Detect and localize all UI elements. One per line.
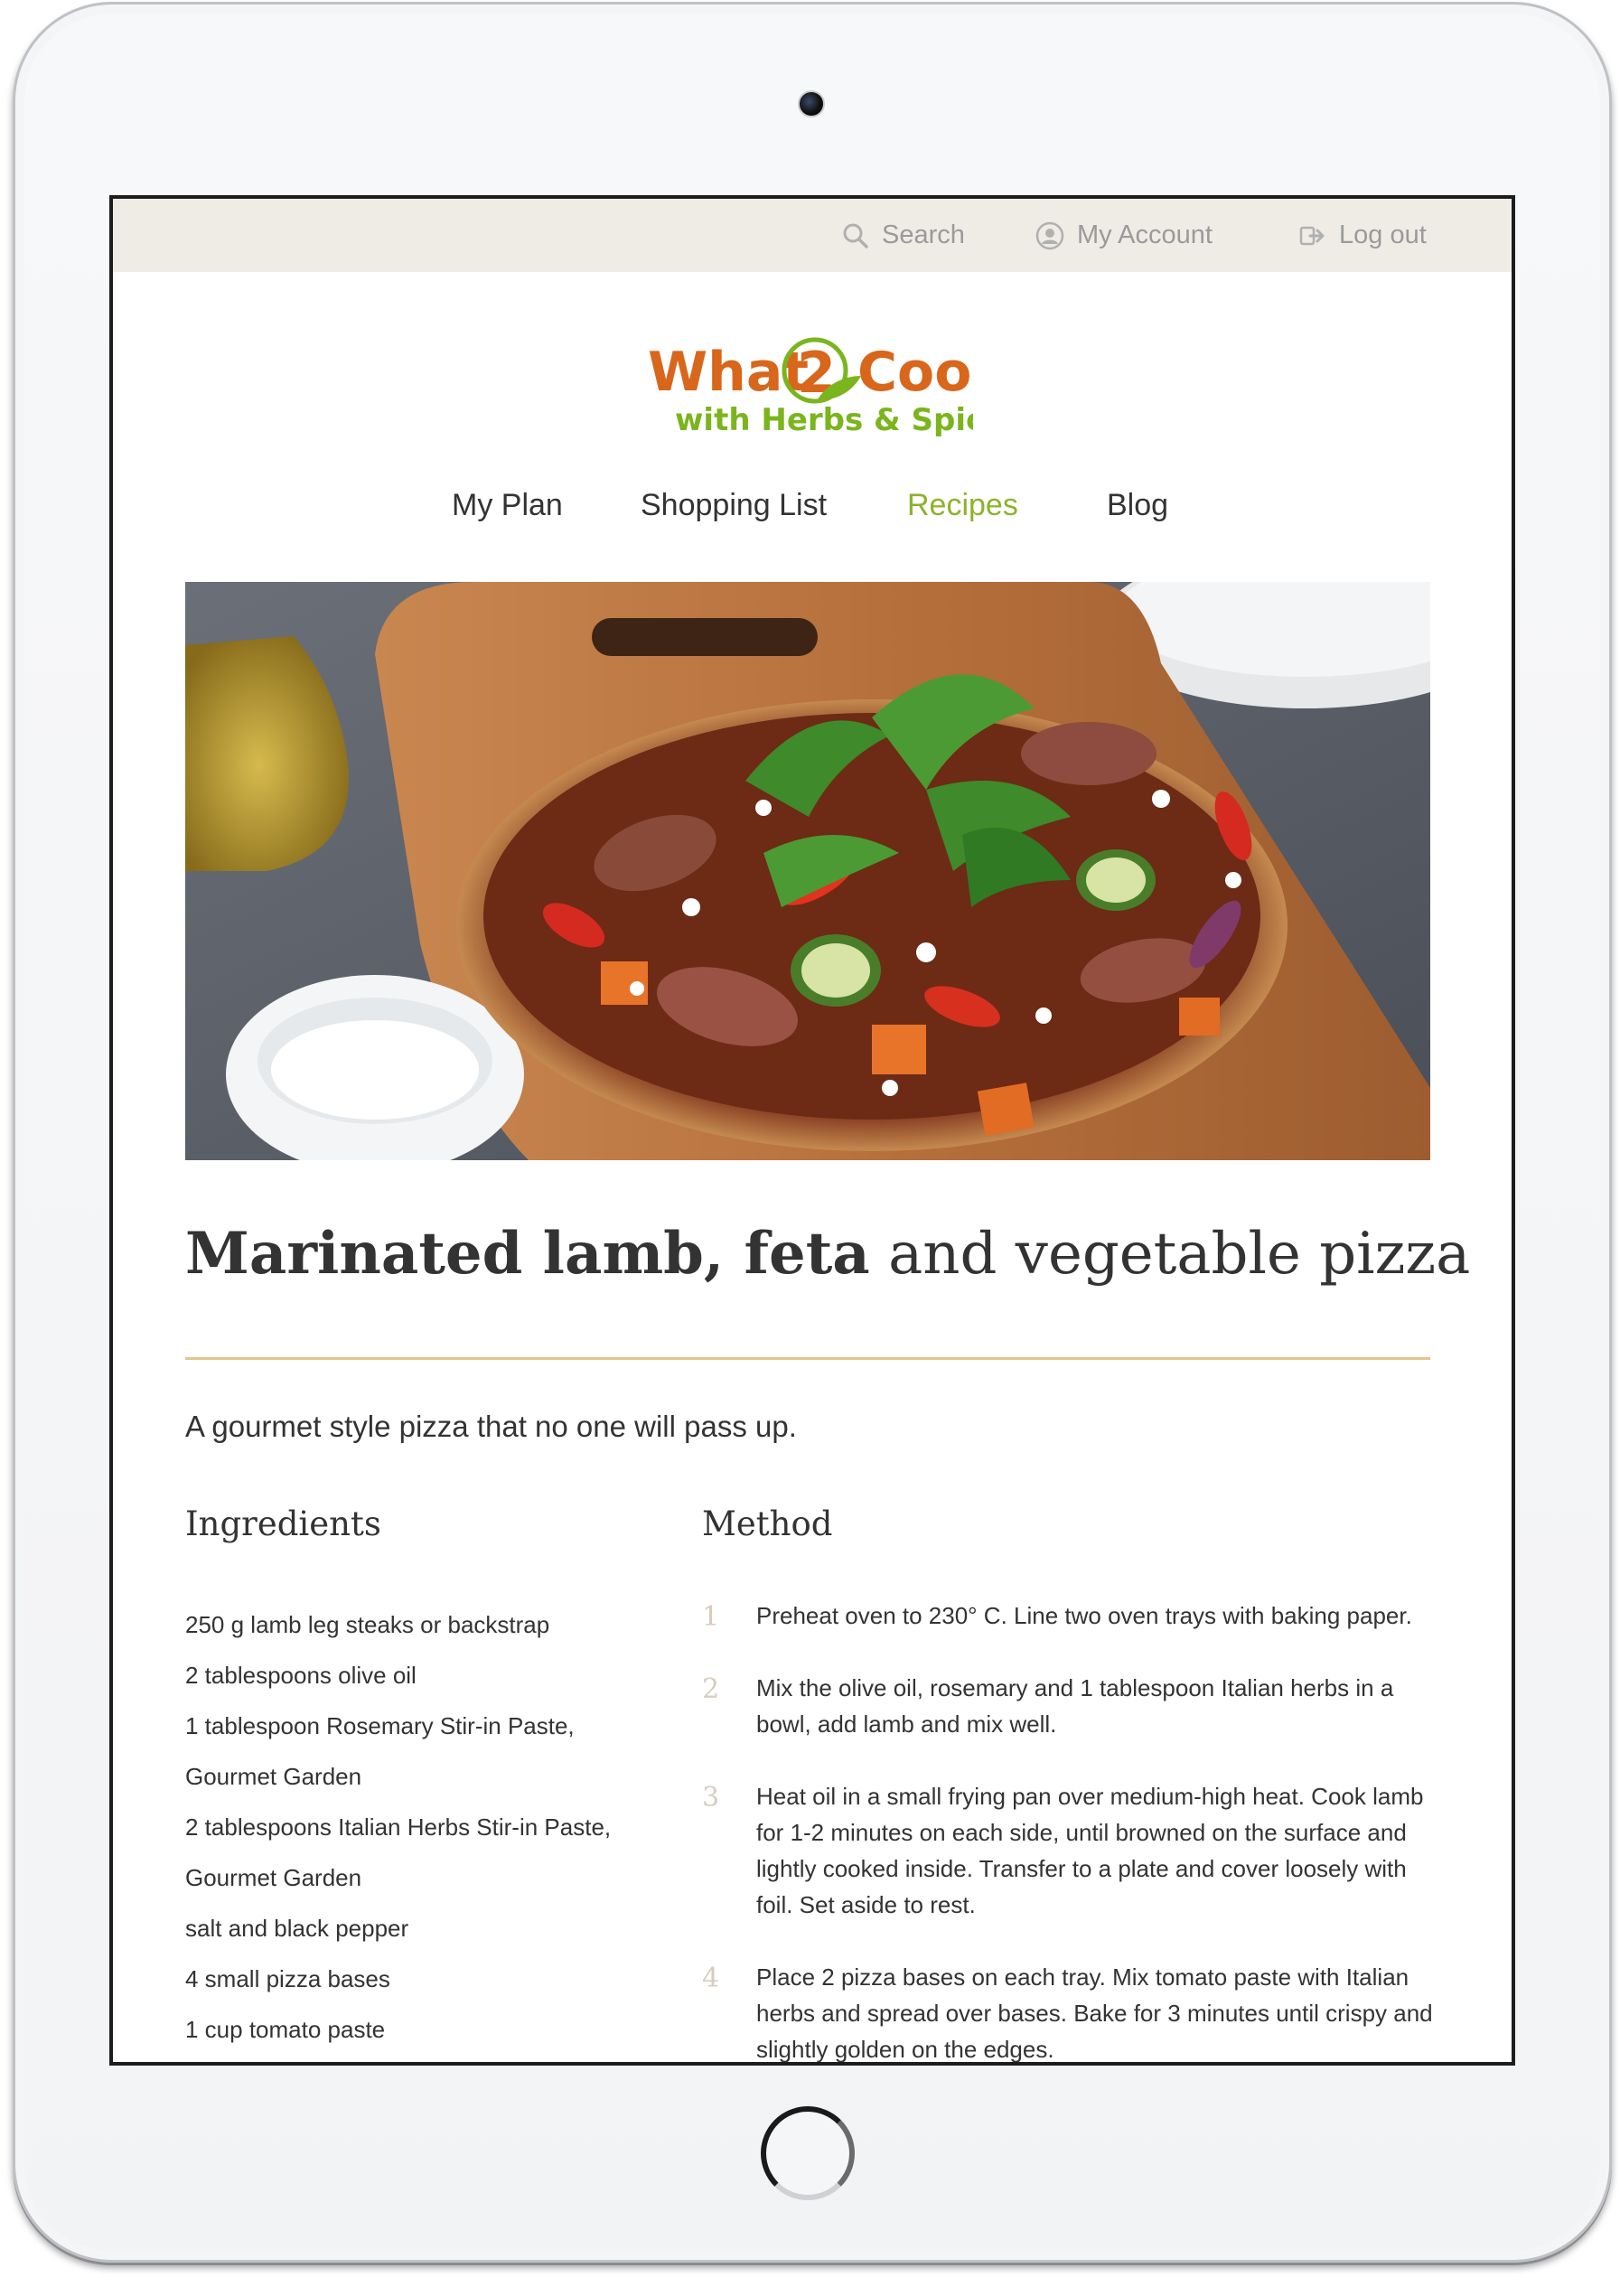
recipe-title: Marinated lamb, feta and vegetable pizza: [185, 1220, 1470, 1288]
step-number: 2: [702, 1673, 720, 1705]
method-step: 4 Place 2 pizza bases on each tray. Mix …: [702, 1959, 1434, 2063]
ingredient-item: 2 tablespoons olive oil: [185, 1662, 417, 1689]
step-text: Place 2 pizza bases on each tray. Mix to…: [756, 1963, 1433, 2063]
ingredient-item: 4 small pizza bases: [185, 1965, 390, 1992]
step-text: Preheat oven to 230° C. Line two oven tr…: [756, 1602, 1412, 1629]
recipe-tagline: A gourmet style pizza that no one will p…: [185, 1410, 797, 1443]
method-heading: Method: [702, 1504, 833, 1543]
recipe-title-strong: Marinated lamb, feta: [185, 1220, 870, 1288]
search-link[interactable]: Search: [842, 199, 965, 272]
main-nav: My Plan Shopping List Recipes Blog: [113, 488, 1512, 542]
ingredient-item: 1 tablespoon Rosemary Stir-in Paste,: [185, 1712, 575, 1739]
ingredient-item: Gourmet Garden: [185, 1763, 362, 1790]
logout-link[interactable]: Log out: [1299, 199, 1427, 272]
title-divider: [185, 1357, 1430, 1360]
search-icon: [843, 223, 868, 248]
svg-text:with Herbs & Spices: with Herbs & Spices: [675, 402, 973, 438]
ingredients-list: 250 g lamb leg steaks or backstrap 2 tab…: [185, 1599, 611, 2055]
user-icon: [1035, 221, 1064, 249]
step-text: Heat oil in a small frying pan over medi…: [756, 1783, 1424, 1918]
screen: Search My Account Log out What 2 Cook wi…: [109, 195, 1515, 2066]
search-label: Search: [882, 220, 965, 249]
step-text: Mix the olive oil, rosemary and 1 tables…: [756, 1674, 1394, 1738]
method-step: 2 Mix the olive oil, rosemary and 1 tabl…: [702, 1670, 1434, 1742]
my-account-link[interactable]: My Account: [1035, 199, 1213, 272]
ingredient-item: 1 cup tomato paste: [185, 2016, 386, 2043]
recipe-hero-image: [185, 582, 1430, 1160]
ingredients-heading: Ingredients: [185, 1504, 381, 1543]
ingredient-item: salt and black pepper: [185, 1915, 409, 1942]
method-list: 1 Preheat oven to 230° C. Line two oven …: [702, 1598, 1434, 2063]
what2cook-logo[interactable]: What 2 Cook with Herbs & Spices: [648, 320, 973, 446]
step-number: 1: [702, 1601, 720, 1633]
ingredient-item: 2 tablespoons Italian Herbs Stir-in Past…: [185, 1813, 612, 1841]
method-step: 1 Preheat oven to 230° C. Line two oven …: [702, 1598, 1434, 1634]
svg-text:Cook: Cook: [857, 341, 973, 404]
my-account-label: My Account: [1077, 220, 1213, 249]
recipe-title-light: and vegetable pizza: [888, 1221, 1471, 1288]
method-step: 3 Heat oil in a small frying pan over me…: [702, 1778, 1434, 1923]
camera-icon: [798, 90, 825, 117]
ingredient-item: 250 g lamb leg steaks or backstrap: [185, 1611, 550, 1638]
logout-label: Log out: [1339, 220, 1427, 249]
step-number: 3: [702, 1782, 720, 1813]
logout-icon: [1299, 226, 1325, 245]
nav-shopping-list[interactable]: Shopping List: [641, 488, 827, 523]
home-button[interactable]: [761, 2106, 855, 2200]
ingredient-item: Gourmet Garden: [185, 1864, 362, 1891]
step-number: 4: [702, 1963, 720, 1994]
nav-recipes[interactable]: Recipes: [907, 488, 1018, 523]
nav-blog[interactable]: Blog: [1107, 488, 1168, 523]
nav-my-plan[interactable]: My Plan: [452, 488, 563, 523]
utility-bar: Search My Account Log out: [113, 199, 1512, 272]
